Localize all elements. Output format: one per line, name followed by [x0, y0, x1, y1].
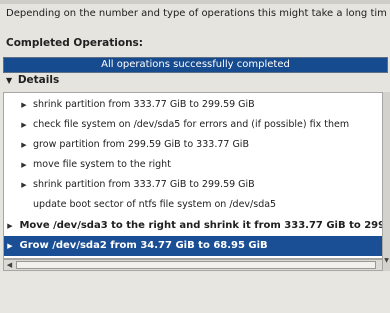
tree-row-move-sda3[interactable]: ▶ Move /dev/sda3 to the right and shrink…: [4, 216, 382, 236]
tree-row-shrink-partition-1[interactable]: ▶ shrink partition from 333.77 GiB to 29…: [4, 95, 382, 115]
details-expander[interactable]: ▼ Details: [6, 74, 59, 86]
row-label: grow partition from 299.59 GiB to 333.77…: [33, 139, 249, 150]
tree-row-move-filesystem[interactable]: ▶ move file system to the right: [4, 155, 382, 175]
details-tree[interactable]: ▶ shrink partition from 333.77 GiB to 29…: [3, 92, 383, 259]
row-label: check file system on /dev/sda5 for error…: [33, 119, 350, 130]
details-label: Details: [17, 74, 60, 86]
row-label: update boot sector of ntfs file system o…: [33, 199, 277, 210]
progress-text: All operations successfully completed: [101, 59, 290, 70]
tree-row-grow-sda2[interactable]: ▶ Grow /dev/sda2 from 34.77 GiB to 68.95…: [4, 236, 382, 256]
intro-text: Depending on the number and type of oper…: [6, 8, 386, 19]
scrollbar-thumb[interactable]: [16, 261, 376, 269]
horizontal-scrollbar[interactable]: ◀: [3, 259, 383, 271]
vertical-scrollbar[interactable]: ▼: [383, 92, 390, 271]
triangle-right-icon[interactable]: ▶: [18, 175, 30, 195]
row-label: shrink partition from 333.77 GiB to 299.…: [33, 179, 255, 190]
progress-bar: All operations successfully completed: [3, 57, 388, 73]
scroll-down-icon[interactable]: ▼: [383, 256, 390, 266]
triangle-right-icon[interactable]: ▶: [4, 236, 16, 256]
completed-operations-label: Completed Operations:: [6, 37, 143, 49]
tree-row-grow-partition[interactable]: ▶ grow partition from 299.59 GiB to 333.…: [4, 135, 382, 155]
triangle-right-icon[interactable]: ▶: [18, 155, 30, 175]
triangle-right-icon[interactable]: ▶: [18, 135, 30, 155]
row-label: Grow /dev/sda2 from 34.77 GiB to 68.95 G…: [19, 240, 268, 251]
tree-row-update-boot-sector[interactable]: update boot sector of ntfs file system o…: [4, 195, 382, 215]
triangle-down-icon: ▼: [6, 76, 13, 85]
tree-row-check-filesystem[interactable]: ▶ check file system on /dev/sda5 for err…: [4, 115, 382, 135]
row-label: move file system to the right: [33, 159, 171, 170]
tree-row-shrink-partition-2[interactable]: ▶ shrink partition from 333.77 GiB to 29…: [4, 175, 382, 195]
triangle-right-icon[interactable]: ▶: [18, 95, 30, 115]
scroll-left-icon[interactable]: ◀: [4, 260, 15, 270]
row-label: shrink partition from 333.77 GiB to 299.…: [33, 99, 255, 110]
triangle-right-icon[interactable]: ▶: [18, 115, 30, 135]
row-label: Move /dev/sda3 to the right and shrink i…: [19, 220, 382, 231]
dialog-bottom-area: [0, 272, 390, 313]
top-edge: [0, 0, 390, 4]
triangle-right-icon[interactable]: ▶: [4, 216, 16, 236]
